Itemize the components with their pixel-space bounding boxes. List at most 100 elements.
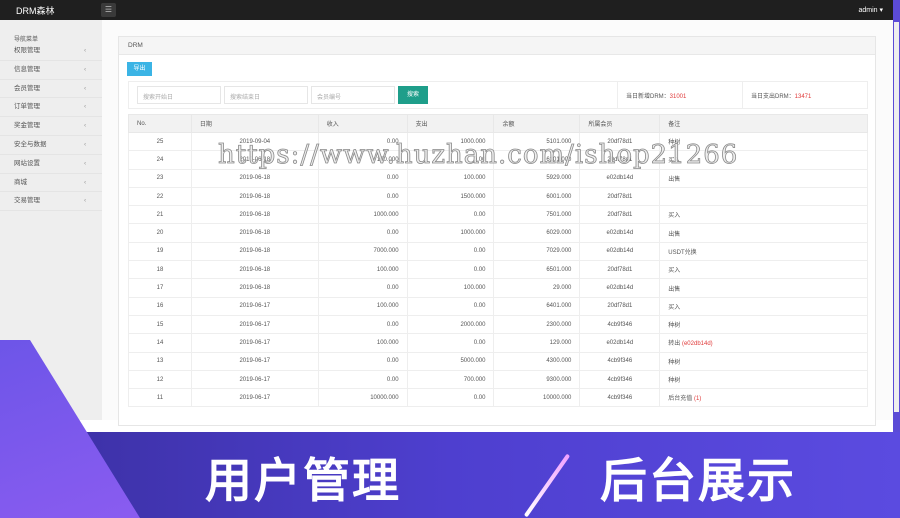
table-cell: 4cb9f346 [579,388,661,408]
table-cell: 19 [128,241,192,262]
table-cell: 12 [128,369,192,390]
user-menu[interactable]: admin ▾ [858,6,883,14]
table-cell: 5000.000 [406,351,495,371]
table-cell: 4300.000 [493,351,581,371]
column-header[interactable]: 支出 [406,114,495,133]
column-header[interactable]: 所属会员 [579,114,661,133]
table-cell: 2019-06-18 [190,205,319,225]
end-date-input[interactable]: 搜索结束日 [224,86,308,104]
table-cell: 22 [128,186,192,207]
sidebar-item-label: 会员管理 [14,84,40,92]
sidebar-item-label: 奖金管理 [14,122,40,130]
table-cell: 1000.000 [317,205,408,225]
daily-out-value: 13471 [794,94,812,100]
chevron-left-icon: ‹ [84,65,87,73]
table-cell: 20 [128,223,192,243]
column-header[interactable]: No. [128,114,192,133]
panel-title: DRM [119,37,875,55]
table-cell: 5929.000 [493,168,581,188]
note-text: 种树 [668,359,681,366]
table-cell: 7029.000 [493,241,581,262]
menu-toggle-icon[interactable]: ☰ [101,3,116,17]
note-text: 出售 [668,286,681,293]
table-cell: e02db14d [579,223,661,243]
table-row: 14 2019-06-17 100.000 0.00 129.000 e02db14d 转出… [128,333,868,353]
sidebar-item[interactable]: 安全与数据 ‹ [0,136,102,155]
table-cell: 0.00 [317,168,408,188]
sidebar-item[interactable]: 权限管理 ‹ [0,42,102,61]
brand-logo[interactable]: DRM森林 [16,4,55,17]
table-cell: 出售 [659,278,868,298]
table-cell: 0.00 [317,223,408,243]
watermark: https://www.huzhan.com/ishop21266 [218,140,739,171]
sidebar-item[interactable]: 信息管理 ‹ [0,61,102,80]
chevron-left-icon: ‹ [84,197,87,205]
search-bar: 搜索开始日 搜索结束日 会员编号 搜索 当日新增DRM：31001 当日支出DR… [128,81,868,109]
member-id-input[interactable]: 会员编号 [311,86,395,104]
column-header[interactable]: 日期 [190,114,319,133]
sidebar-item-label: 网站设置 [14,159,40,167]
table-cell: 1500.000 [406,186,495,207]
table-cell: 转出 (e02db14d) [659,333,868,353]
table-cell: 2019-06-17 [190,369,319,390]
note-text: 转出 [668,341,681,348]
table-cell: 20df78d1 [579,260,661,280]
sidebar-item-label: 安全与数据 [14,140,47,148]
table-row: 17 2019-06-18 0.00 100.000 29.000 e02db14d 出售 [128,278,868,298]
table-cell: 2019-06-18 [190,260,319,280]
sidebar-item-label: 订单管理 [14,103,40,111]
start-date-input[interactable]: 搜索开始日 [137,86,221,104]
table-cell: 2019-06-17 [190,351,319,371]
drm-panel: DRM 导出 搜索开始日 搜索结束日 会员编号 搜索 当日新增DRM：31001… [118,36,876,426]
table-cell: 24 [128,150,192,170]
table-cell: 0.00 [406,260,495,280]
table-cell: 129.000 [493,333,581,353]
table-cell: 0.00 [317,369,408,390]
table-cell: 种树 [659,314,868,335]
sidebar-item-label: 商城 [14,178,27,186]
table-cell: 6501.000 [493,260,581,280]
table-cell: 15 [128,314,192,335]
main-content: DRM 导出 搜索开始日 搜索结束日 会员编号 搜索 当日新增DRM：31001… [102,20,893,426]
table-cell: 6001.000 [493,186,581,207]
table-cell: 2019-06-18 [190,186,319,207]
table-cell: 4cb9f346 [579,351,661,371]
table-cell: e02db14d [579,333,661,353]
table-row: 21 2019-06-18 1000.000 0.00 7501.000 20df78d1… [128,205,868,225]
search-button[interactable]: 搜索 [398,86,428,104]
table-row: 13 2019-06-17 0.00 5000.000 4300.000 4cb9f346… [128,351,868,371]
table-cell: 4cb9f346 [579,314,661,335]
table-cell: 13 [128,351,192,371]
table-cell: 7501.000 [493,205,581,225]
table-cell: 29.000 [493,278,581,298]
sidebar-item[interactable]: 交易管理 ‹ [0,192,102,212]
table-cell: 出售 [659,223,868,243]
sidebar-item[interactable]: 网站设置 ‹ [0,155,102,174]
table-row: 22 2019-06-18 0.00 1500.000 6001.000 20df78d1 [128,186,868,207]
table-row: 15 2019-06-17 0.00 2000.000 2300.000 4cb9f346… [128,314,868,335]
column-header[interactable]: 收入 [317,114,408,133]
sidebar-item[interactable]: 订单管理 ‹ [0,98,102,118]
table-cell: 700.000 [406,369,495,390]
table-cell: 100.000 [406,278,495,298]
column-header[interactable]: 余额 [493,114,581,133]
column-header[interactable]: 备注 [659,114,868,133]
note-text: 出售 [668,176,681,183]
table-cell: 2019-06-18 [190,241,319,262]
table-cell: 10000.000 [317,388,408,408]
table-row: 18 2019-06-18 100.000 0.00 6501.000 20df78d1 买… [128,260,868,280]
sidebar-heading: 导航菜单 [14,37,39,43]
sidebar-item[interactable]: 商城 ‹ [0,174,102,193]
table-cell: 11 [128,388,192,408]
sidebar-item[interactable]: 奖金管理 ‹ [0,117,102,136]
sidebar-item[interactable]: 会员管理 ‹ [0,80,102,99]
chevron-left-icon: ‹ [84,178,87,186]
scrollbar[interactable] [893,0,900,432]
table-cell: 2019-06-18 [190,278,319,298]
export-button[interactable]: 导出 [127,62,152,76]
table-cell: 6401.000 [493,296,581,316]
table-cell: 0.00 [406,388,495,408]
note-ref: (e02db14d) [681,341,713,348]
table-cell: 后台充值 (1) [659,388,868,408]
note-text: 买入 [668,268,681,275]
